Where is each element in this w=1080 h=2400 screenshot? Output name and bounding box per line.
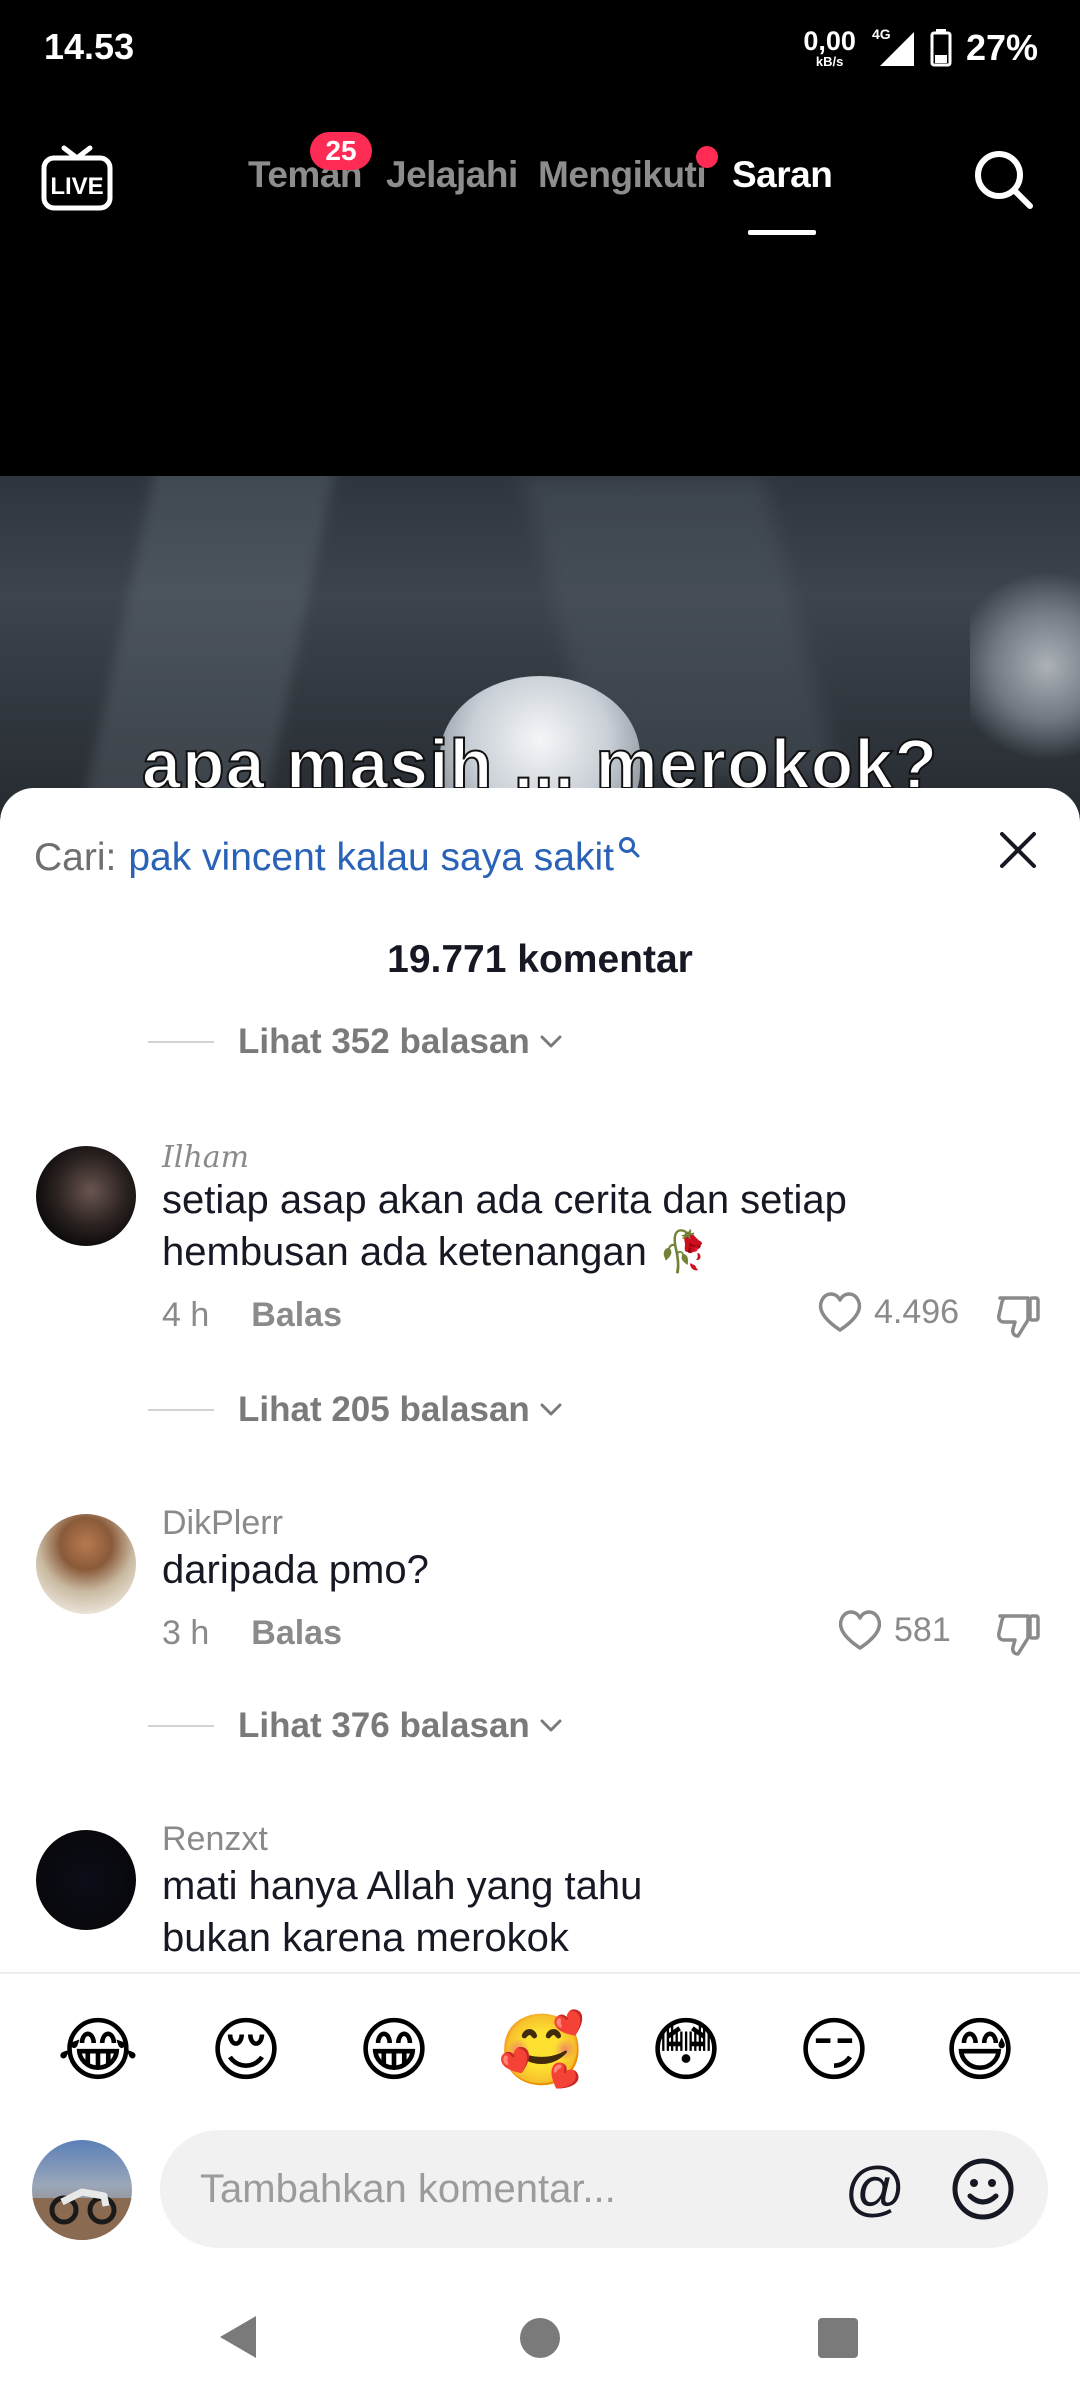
like-button[interactable]: 581 — [836, 1608, 951, 1652]
my-avatar — [32, 2140, 132, 2240]
avatar[interactable] — [36, 1514, 136, 1614]
divider-line — [148, 1725, 214, 1727]
chevron-down-icon — [540, 1719, 562, 1732]
new-content-dot — [696, 146, 718, 168]
chevron-down-icon — [540, 1035, 562, 1048]
search-prefix: Cari: — [34, 836, 117, 879]
live-tv-icon[interactable]: LIVE — [40, 144, 114, 212]
comment-meta: 4 h Balas — [162, 1296, 342, 1335]
signal-icon: 4G — [870, 26, 916, 68]
comment-username[interactable]: Ilham — [162, 1140, 249, 1175]
emoji-button[interactable]: 😳 — [644, 2008, 728, 2092]
network-type: 4G — [871, 26, 891, 42]
comment-composer: @ — [0, 2120, 1080, 2250]
comment-count: 19.771 komentar — [387, 938, 693, 981]
comment-input-box: @ — [160, 2130, 1048, 2248]
avatar[interactable] — [36, 1830, 136, 1930]
comment-text: mati hanya Allah yang tahu bukan karena … — [162, 1864, 643, 1960]
view-replies-label: Lihat 352 balasan — [238, 1022, 530, 1061]
search-icon — [618, 837, 640, 858]
net-speed-value: 0,00 — [803, 26, 856, 56]
home-icon[interactable] — [520, 2318, 560, 2358]
status-bar: 14.53 0,00 kB/s 4G 27% — [0, 0, 1080, 96]
battery-icon — [930, 29, 952, 67]
status-right: 0,00 kB/s 4G 27% — [803, 24, 1038, 72]
active-tab-indicator — [748, 230, 816, 235]
recent-apps-icon[interactable] — [818, 2318, 858, 2358]
heart-outline-icon — [818, 1292, 862, 1332]
status-time: 14.53 — [44, 26, 135, 67]
view-replies-label: Lihat 205 balasan — [238, 1390, 530, 1429]
heart-outline-icon — [838, 1610, 882, 1650]
back-icon[interactable] — [218, 2314, 258, 2360]
composer-divider — [0, 1972, 1080, 1974]
reply-button[interactable]: Balas — [251, 1296, 342, 1334]
emoji-button[interactable]: 😌 — [204, 2008, 288, 2092]
net-speed-unit: kB/s — [815, 54, 844, 69]
divider-line — [148, 1409, 214, 1411]
view-replies-button[interactable]: Lihat 352 balasan — [148, 1022, 562, 1062]
comment-text: daripada pmo? — [162, 1548, 429, 1592]
tiktok-comments-screen: 14.53 0,00 kB/s 4G 27% LIVE Teman 25 Jel… — [0, 0, 1080, 2400]
notification-badge: 25 — [310, 132, 372, 170]
view-replies-button[interactable]: Lihat 376 balasan — [148, 1706, 562, 1746]
like-button[interactable]: 4.496 — [816, 1290, 959, 1334]
reply-button[interactable]: Balas — [251, 1614, 342, 1652]
tab-saran[interactable]: Saran — [732, 154, 833, 196]
related-search[interactable]: Cari: pak vincent kalau saya sakit — [34, 828, 1046, 888]
comment-meta: 3 h Balas — [162, 1614, 342, 1653]
comment-input[interactable] — [200, 2130, 840, 2248]
comment-text: setiap asap akan ada cerita dan setiap h… — [162, 1178, 847, 1274]
comment-time: 3 h — [162, 1614, 210, 1652]
divider-line — [148, 1041, 214, 1043]
thumbs-down-icon[interactable] — [994, 1292, 1044, 1340]
top-navigation: LIVE Teman 25 Jelajahi Mengikuti Saran — [0, 96, 1080, 266]
thumbs-down-icon[interactable] — [994, 1610, 1044, 1658]
smiley-icon[interactable] — [950, 2156, 1016, 2222]
close-icon[interactable] — [996, 828, 1040, 872]
comment-username[interactable]: Renzxt — [162, 1820, 268, 1859]
view-replies-button[interactable]: Lihat 205 balasan — [148, 1390, 562, 1430]
emoji-quick-bar: 😂 😌 😁 🥰 😳 😏 😅 — [0, 1998, 1080, 2108]
tab-mengikuti[interactable]: Mengikuti — [538, 154, 707, 196]
avatar[interactable] — [36, 1146, 136, 1246]
chevron-down-icon — [540, 1403, 562, 1416]
video-player[interactable]: apa masih ... merokok? — [0, 476, 1080, 816]
emoji-button[interactable]: 😏 — [792, 2008, 876, 2092]
search-icon[interactable] — [970, 146, 1036, 212]
comment-time: 4 h — [162, 1296, 210, 1334]
emoji-button[interactable]: 😁 — [352, 2008, 436, 2092]
comment-username[interactable]: DikPlerr — [162, 1504, 283, 1543]
net-speed: 0,00 kB/s — [803, 26, 856, 69]
svg-text:LIVE: LIVE — [50, 173, 103, 200]
emoji-button[interactable]: 😅 — [938, 2008, 1022, 2092]
emoji-button[interactable]: 🥰 — [498, 2008, 585, 2092]
motorbike-photo — [32, 2188, 132, 2240]
view-replies-label: Lihat 376 balasan — [238, 1706, 530, 1745]
like-count: 4.496 — [874, 1292, 960, 1331]
emoji-button[interactable]: 😂 — [56, 2008, 140, 2092]
system-navigation-bar — [0, 2276, 1080, 2400]
like-count: 581 — [894, 1610, 951, 1649]
search-term-link[interactable]: pak vincent kalau saya sakit — [128, 836, 614, 880]
mention-button[interactable]: @ — [842, 2156, 908, 2222]
tab-jelajahi[interactable]: Jelajahi — [386, 154, 518, 196]
battery-percent: 27% — [965, 27, 1038, 68]
